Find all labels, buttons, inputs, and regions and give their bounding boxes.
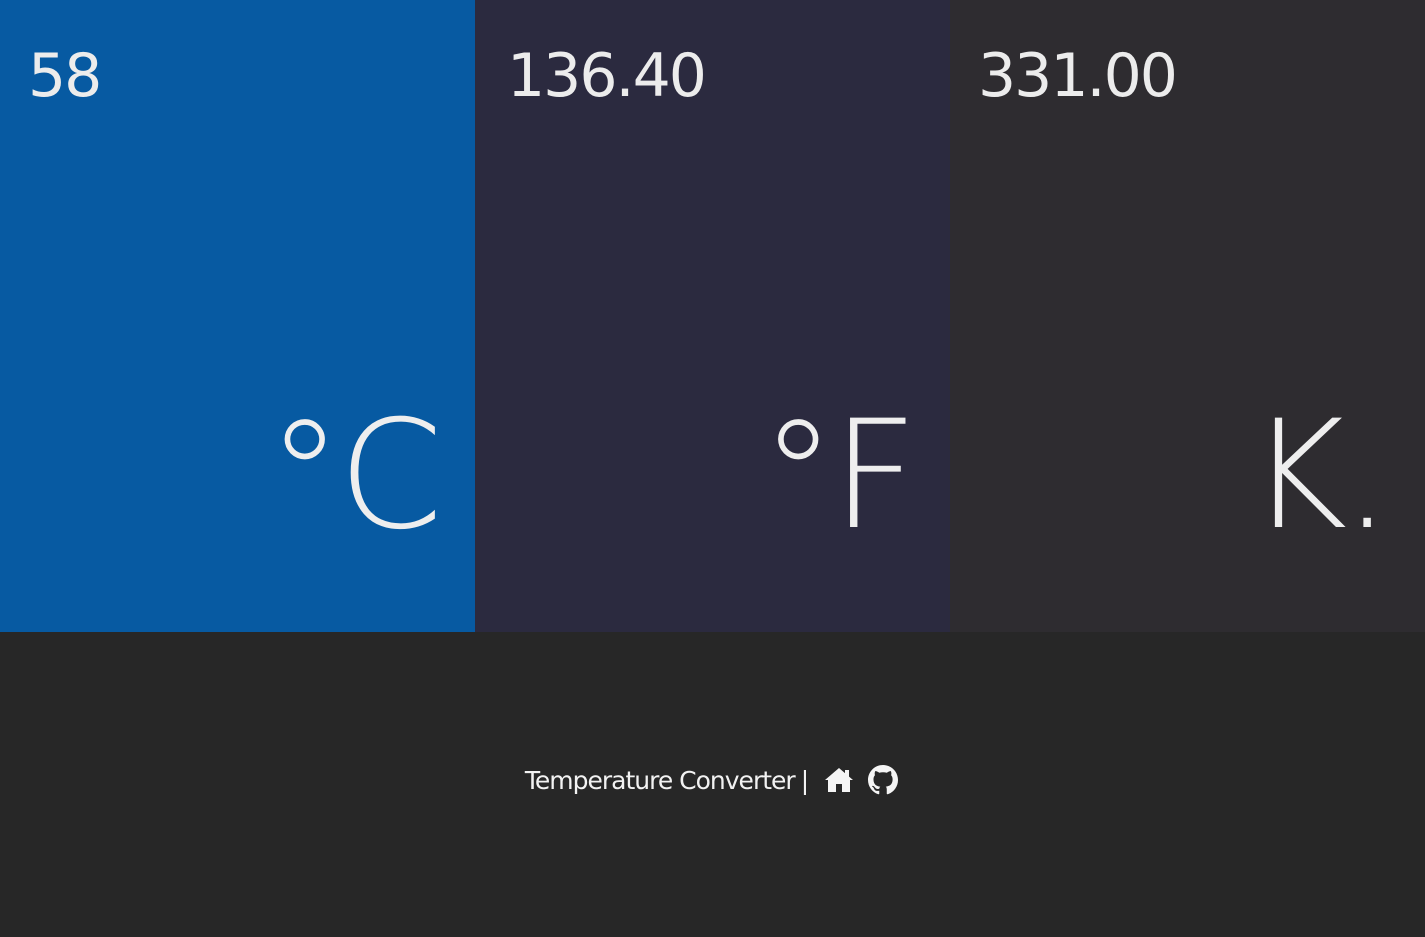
github-icon[interactable] — [866, 763, 900, 797]
kelvin-panel: K. — [950, 0, 1425, 632]
kelvin-unit-label: K. — [1248, 389, 1391, 563]
footer-separator: | — [800, 765, 810, 795]
celsius-input[interactable] — [28, 36, 448, 116]
fahrenheit-input[interactable] — [507, 36, 927, 116]
home-icon[interactable] — [822, 763, 856, 797]
footer-bar: Temperature Converter | — [0, 758, 1425, 802]
footer-title: Temperature Converter — [524, 765, 796, 795]
fahrenheit-unit-label: °F — [760, 389, 918, 563]
fahrenheit-panel: °F — [475, 0, 950, 632]
celsius-panel: °C — [0, 0, 475, 632]
celsius-unit-label: °C — [267, 389, 443, 563]
kelvin-input[interactable] — [978, 36, 1398, 116]
converter-panels: °C °F K. — [0, 0, 1425, 632]
